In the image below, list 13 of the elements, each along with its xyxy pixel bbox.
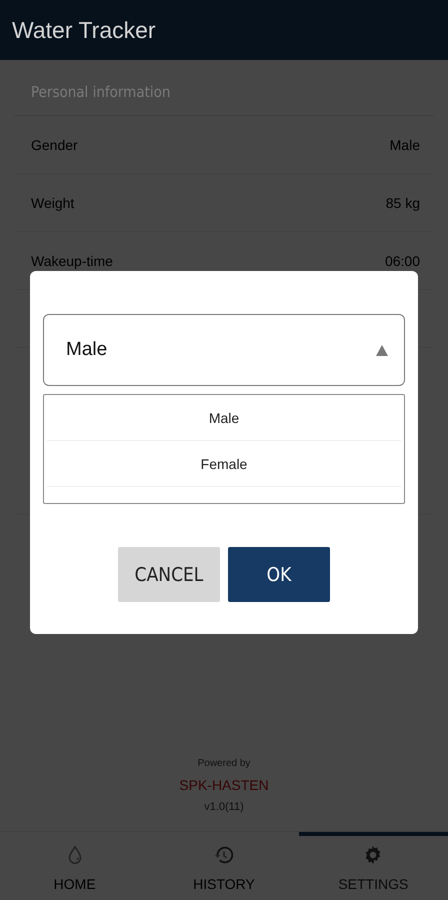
setting-value: Male	[390, 136, 420, 152]
cancel-button[interactable]: CANCEL	[118, 547, 220, 602]
setting-label: Weight	[31, 194, 74, 210]
setting-label: Gender	[31, 136, 78, 152]
setting-value: 06:00	[384, 252, 420, 268]
setting-label: Wakeup-time	[31, 252, 113, 268]
caret-icon	[376, 344, 388, 356]
dropdown-field[interactable]: Male	[43, 314, 405, 386]
history-icon	[212, 844, 235, 866]
setting-value: 85 kg	[386, 194, 420, 210]
app-title: Water Tracker	[12, 16, 156, 44]
brand-name: SPK-HASTEN	[179, 777, 269, 793]
ok-button[interactable]: OK	[228, 547, 330, 602]
